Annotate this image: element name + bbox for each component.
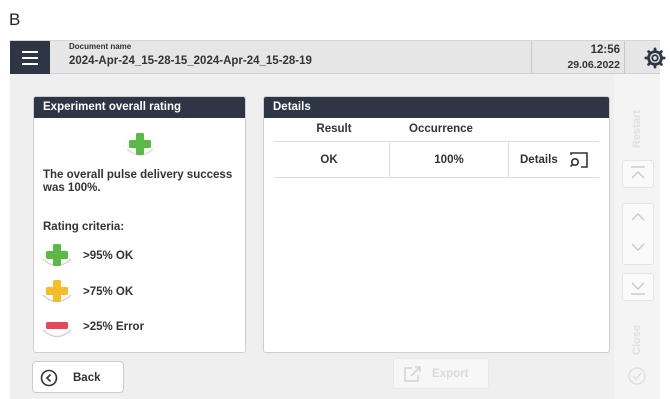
check-circle-icon xyxy=(628,367,646,385)
column-header-occurrence: Occurrence xyxy=(409,123,473,135)
hamburger-icon xyxy=(22,50,38,53)
occurrence-cell: 100% xyxy=(434,154,464,166)
clock-time: 12:56 xyxy=(590,44,620,56)
clock-date: 29.06.2022 xyxy=(567,59,620,71)
back-button[interactable]: Back xyxy=(32,361,124,393)
panel-letter: B xyxy=(9,10,21,29)
restart-button[interactable]: Restart xyxy=(631,110,643,148)
result-cell: OK xyxy=(320,154,338,166)
green-plus-icon xyxy=(126,133,154,156)
document-name: 2024-Apr-24_15-28-15_2024-Apr-24_15-28-1… xyxy=(69,55,312,67)
red-minus-icon xyxy=(42,322,72,338)
close-button[interactable]: Close xyxy=(631,325,643,355)
overall-rating-card: Experiment overall rating The overall pu… xyxy=(33,96,246,353)
scroll-top-button[interactable] xyxy=(622,160,654,188)
details-card: Details Result Occurrence OK 100% Detail… xyxy=(263,96,610,353)
criteria-title: Rating criteria: xyxy=(43,221,125,233)
cast-details-icon xyxy=(569,152,588,168)
back-arrow-icon xyxy=(40,369,58,387)
scroll-bottom-button[interactable] xyxy=(622,273,654,301)
details-title: Details xyxy=(264,97,609,118)
rating-summary: The overall pulse delivery success was 1… xyxy=(43,169,233,194)
column-header-result: Result xyxy=(316,123,352,135)
top-bar: Document name 2024-Apr-24_15-28-15_2024-… xyxy=(10,40,666,74)
menu-button[interactable] xyxy=(10,41,50,74)
document-name-label: Document name xyxy=(69,42,132,51)
scroll-buttons xyxy=(622,203,654,265)
divider xyxy=(624,41,625,74)
settings-gear-icon[interactable] xyxy=(644,47,666,69)
details-button[interactable]: Details xyxy=(509,142,599,178)
divider xyxy=(531,41,532,74)
yellow-plus-icon xyxy=(42,280,72,303)
table-row: OK 100% Details xyxy=(274,141,599,178)
export-button[interactable]: Export xyxy=(393,358,489,389)
export-icon xyxy=(404,366,421,382)
overall-rating-title: Experiment overall rating xyxy=(34,97,245,118)
chevron-down-bottom-icon xyxy=(631,282,645,295)
chevron-up-top-icon xyxy=(631,166,645,179)
chevron-up-down-icon[interactable] xyxy=(623,204,653,264)
green-plus-icon xyxy=(42,244,72,267)
